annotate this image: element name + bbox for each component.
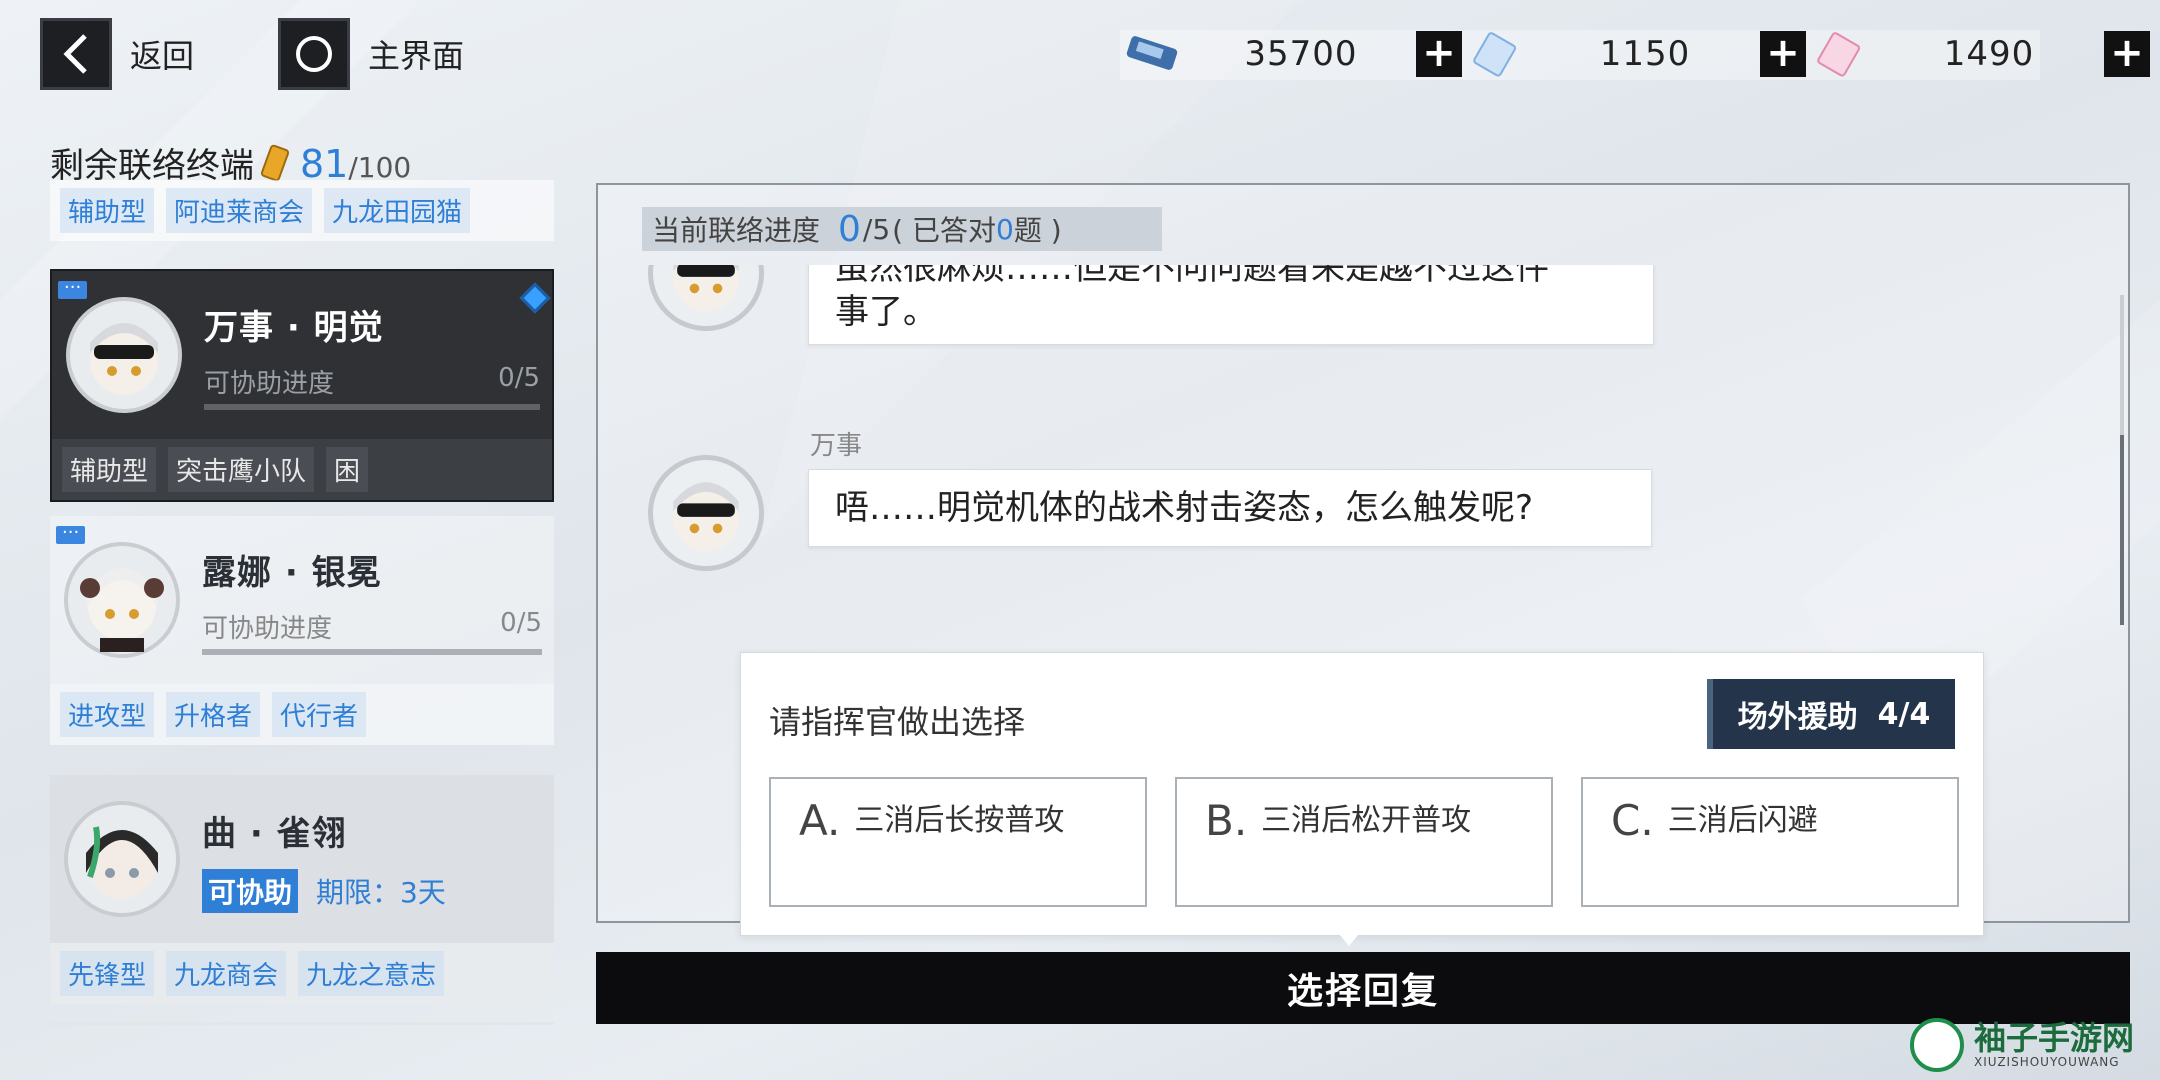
progress-value: 0/5 bbox=[500, 608, 542, 638]
tag-row: 辅助型 突击鹰小队 困 bbox=[52, 439, 552, 500]
tag: 进攻型 bbox=[60, 692, 155, 737]
tag: 辅助型 bbox=[60, 188, 155, 233]
agent-card-selected[interactable]: ··· 万事 · 明觉 可协助进度 0/5 辅助型 突击鹰小队 困 bbox=[50, 269, 554, 502]
message-bubble: 唔……明觉机体的战术射击姿态，怎么触发呢? bbox=[808, 469, 1652, 547]
answered-suffix: 题 ) bbox=[1013, 214, 1062, 247]
option-key: A. bbox=[799, 796, 841, 845]
progress-label: 当前联络进度 bbox=[652, 214, 821, 247]
home-label: 主界面 bbox=[368, 37, 465, 75]
option-text: 三消后松开普攻 bbox=[1261, 803, 1472, 838]
progress-total: /5 bbox=[862, 212, 891, 246]
assist-label: 场外援助 bbox=[1737, 700, 1858, 735]
popup-pointer bbox=[1339, 934, 1359, 946]
add-currency-button[interactable]: + bbox=[2104, 31, 2150, 77]
tag: 九龙田园猫 bbox=[324, 188, 471, 233]
scrollbar-thumb[interactable] bbox=[2120, 435, 2124, 625]
back-button[interactable]: 返回 bbox=[40, 18, 194, 90]
message-text: 事了。 bbox=[835, 292, 937, 332]
message-text: 虽然很麻烦……但是不问问题看来是越不过这件 bbox=[835, 265, 1549, 288]
currency-chip: 35700 + bbox=[1122, 20, 1462, 88]
message-bubble: 虽然很麻烦……但是不问问题看来是越不过这件 事了。 bbox=[808, 265, 1654, 345]
chip-icon bbox=[1126, 36, 1178, 70]
chevron-left-icon bbox=[40, 18, 112, 90]
assist-count: 4/4 bbox=[1877, 696, 1931, 732]
avatar bbox=[64, 801, 180, 917]
tag: 突击鹰小队 bbox=[168, 447, 315, 492]
tag: 阿迪莱商会 bbox=[166, 188, 313, 233]
back-label: 返回 bbox=[130, 37, 195, 75]
ticket-blue-icon bbox=[1473, 32, 1517, 77]
answered-prefix: ( 已答对 bbox=[892, 214, 996, 247]
progress-label: 可协助进度 bbox=[202, 614, 333, 644]
agent-card-partial[interactable] bbox=[50, 1022, 554, 1025]
tag: 先锋型 bbox=[60, 951, 155, 996]
tag-row: 进攻型 升格者 代行者 bbox=[50, 684, 554, 745]
option-text: 三消后闪避 bbox=[1667, 803, 1818, 838]
tag: 代行者 bbox=[272, 692, 367, 737]
contact-progress: 当前联络进度 0 /5 ( 已答对 0 题 ) bbox=[642, 207, 1162, 251]
agent-list[interactable]: 辅助型 阿迪莱商会 九龙田园猫 ··· 万事 · 明觉 可协助进度 0/5 辅助型… bbox=[50, 180, 554, 1025]
tag: 升格者 bbox=[166, 692, 261, 737]
progress-current: 0 bbox=[838, 208, 861, 250]
currency-amount: 1490 bbox=[1943, 34, 2035, 74]
tag: 九龙商会 bbox=[166, 951, 287, 996]
option-a[interactable]: A. 三消后长按普攻 bbox=[769, 777, 1147, 907]
progress-bar bbox=[204, 404, 540, 410]
tag-row: 辅助型 阿迪莱商会 九龙田园猫 bbox=[50, 180, 554, 241]
option-text: 三消后长按普攻 bbox=[854, 803, 1065, 838]
add-currency-button[interactable]: + bbox=[1416, 31, 1462, 77]
deadline-text: 期限：3天 bbox=[316, 875, 446, 909]
tag-row: 先锋型 九龙商会 九龙之意志 bbox=[50, 943, 554, 1004]
chat-dots-badge: ··· bbox=[56, 524, 86, 544]
agent-name: 万事 · 明觉 bbox=[204, 308, 384, 348]
message-text: 唔……明觉机体的战术射击姿态，怎么触发呢? bbox=[835, 488, 1534, 528]
outside-assist-button[interactable]: 场外援助 4/4 bbox=[1707, 679, 1955, 749]
message-avatar bbox=[648, 455, 764, 571]
choice-popup: 请指挥官做出选择 场外援助 4/4 A. 三消后长按普攻 B. 三消后松开普攻 … bbox=[740, 652, 1984, 936]
chat-scrollbar[interactable] bbox=[2120, 295, 2124, 625]
currency-amount: 1150 bbox=[1599, 34, 1691, 74]
agent-card[interactable]: ··· 露娜 · 银冕 可协助进度 0/5 进攻型 升格者 代行者 bbox=[50, 516, 554, 745]
tag: 辅助型 bbox=[62, 447, 157, 492]
option-key: B. bbox=[1205, 796, 1248, 845]
watermark-subtitle: XIUZISHOUYOUWANG bbox=[1974, 1055, 2120, 1069]
progress-value: 0/5 bbox=[498, 363, 540, 393]
tag: 困 bbox=[326, 447, 369, 492]
terminal-icon bbox=[260, 144, 290, 181]
option-key: C. bbox=[1611, 796, 1654, 845]
circle-home-icon bbox=[278, 18, 350, 90]
currency-ticket-blue: 1150 + bbox=[1466, 20, 1806, 88]
option-c[interactable]: C. 三消后闪避 bbox=[1581, 777, 1959, 907]
available-badge: 可协助 bbox=[202, 868, 299, 913]
message-avatar bbox=[648, 265, 764, 331]
watermark: 袖子手游网 XIUZISHOUYOUWANG bbox=[1910, 1018, 2134, 1072]
avatar bbox=[66, 297, 182, 413]
watermark-title: 袖子手游网 bbox=[1974, 1019, 2135, 1057]
select-reply-button[interactable]: 选择回复 bbox=[596, 952, 2130, 1024]
tag: 九龙之意志 bbox=[298, 951, 445, 996]
currency-amount: 35700 bbox=[1244, 34, 1358, 74]
option-b[interactable]: B. 三消后松开普攻 bbox=[1175, 777, 1553, 907]
progress-label: 可协助进度 bbox=[204, 369, 335, 399]
agent-name: 曲 · 雀翎 bbox=[202, 813, 347, 854]
agent-card[interactable]: 曲 · 雀翎 可协助 期限：3天 先锋型 九龙商会 九龙之意志 bbox=[50, 775, 554, 1004]
progress-bar bbox=[202, 649, 542, 655]
currency-ticket-pink: 1490 + bbox=[1810, 20, 2150, 88]
avatar bbox=[64, 542, 180, 658]
add-currency-button[interactable]: + bbox=[1760, 31, 1806, 77]
speaker-name: 万事 bbox=[810, 431, 863, 461]
agent-name: 露娜 · 银冕 bbox=[202, 553, 382, 593]
ticket-pink-icon bbox=[1817, 32, 1861, 77]
answered-count: 0 bbox=[996, 212, 1014, 246]
choice-prompt: 请指挥官做出选择 bbox=[769, 703, 1026, 741]
home-button[interactable]: 主界面 bbox=[278, 18, 464, 90]
watermark-logo-icon bbox=[1910, 1018, 1964, 1072]
chat-dots-badge: ··· bbox=[58, 279, 88, 299]
